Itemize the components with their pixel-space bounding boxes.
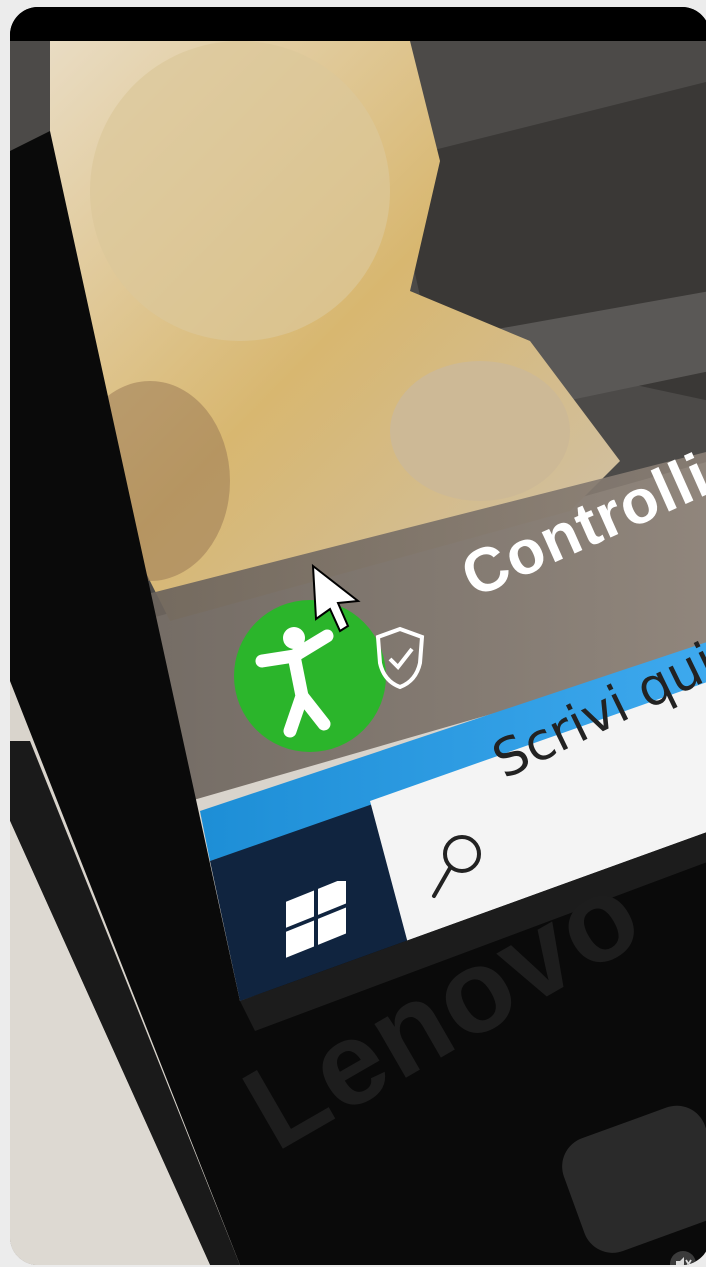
shield-check-icon bbox=[375, 626, 425, 690]
speaker-muted-icon[interactable] bbox=[670, 1251, 696, 1265]
top-bar bbox=[10, 7, 706, 41]
photo-frame: Controlli d Scrivi qui per Lenovo bbox=[10, 7, 706, 1265]
windows-logo-icon[interactable] bbox=[278, 881, 358, 961]
search-icon[interactable] bbox=[422, 826, 492, 906]
mouse-pointer-icon bbox=[311, 563, 361, 633]
photo-scene: Controlli d Scrivi qui per Lenovo bbox=[10, 41, 706, 1265]
